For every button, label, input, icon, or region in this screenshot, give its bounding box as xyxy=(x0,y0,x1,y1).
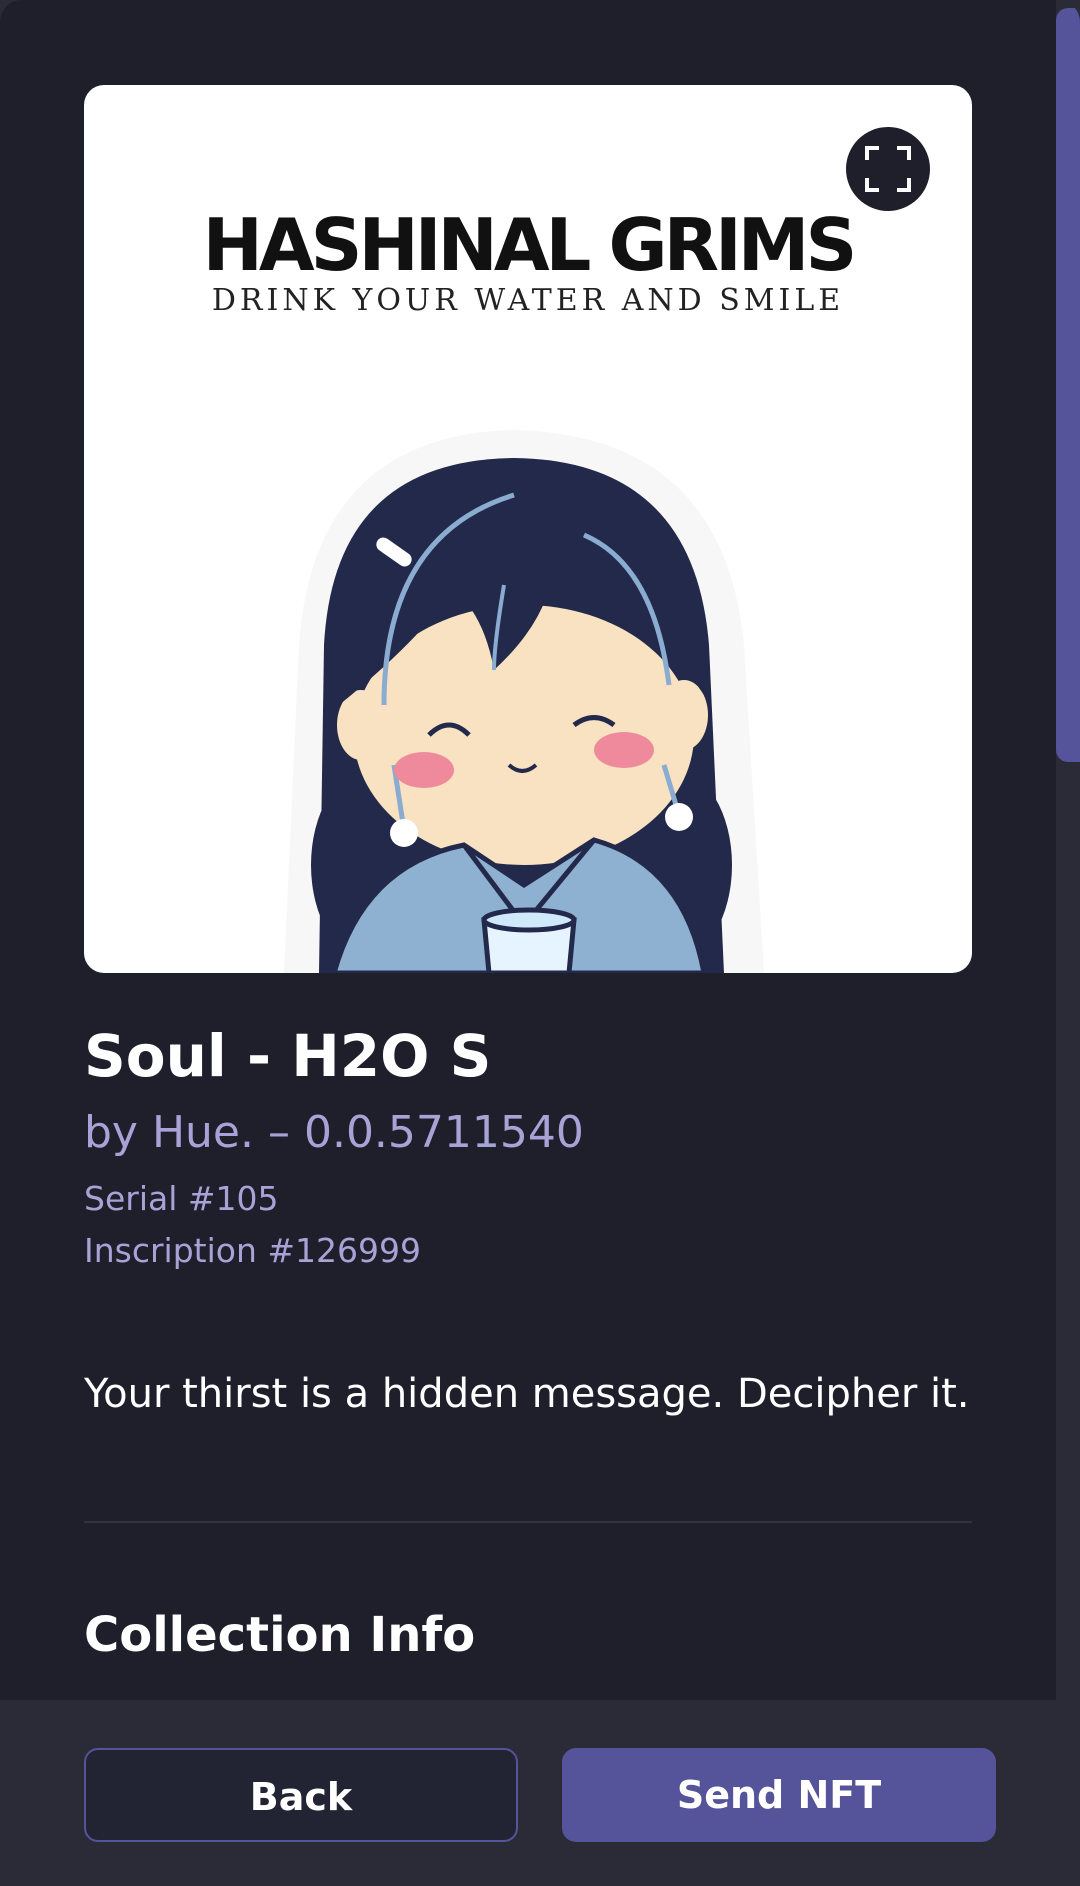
section-divider xyxy=(84,1521,972,1524)
action-footer: Back Send NFT xyxy=(0,1700,1080,1886)
scroll-content: HASHINAL GRIMS DRINK YOUR WATER AND SMIL… xyxy=(84,85,972,1700)
fullscreen-button[interactable] xyxy=(846,127,930,211)
collection-info-heading: Collection Info xyxy=(84,1607,476,1664)
scrollbar-track[interactable] xyxy=(1056,0,1080,1700)
back-button[interactable]: Back xyxy=(84,1748,518,1842)
nft-name: Soul - H2O S xyxy=(84,1022,492,1090)
expand-fullscreen-icon xyxy=(865,146,911,192)
nft-description: Your thirst is a hidden message. Deciphe… xyxy=(84,1371,970,1418)
character-illustration xyxy=(284,430,764,973)
nft-metadata: Serial #105 Inscription #126999 xyxy=(84,1173,972,1277)
nft-image[interactable]: HASHINAL GRIMS DRINK YOUR WATER AND SMIL… xyxy=(84,85,972,973)
inscription-number: Inscription #126999 xyxy=(84,1231,421,1271)
nft-creator-byline: by Hue. – 0.0.5711540 xyxy=(84,1106,584,1158)
scrollbar-thumb[interactable] xyxy=(1056,8,1080,762)
nft-detail-panel: HASHINAL GRIMS DRINK YOUR WATER AND SMIL… xyxy=(0,0,1080,1886)
serial-number: Serial #105 xyxy=(84,1179,279,1219)
send-nft-button[interactable]: Send NFT xyxy=(562,1748,996,1842)
